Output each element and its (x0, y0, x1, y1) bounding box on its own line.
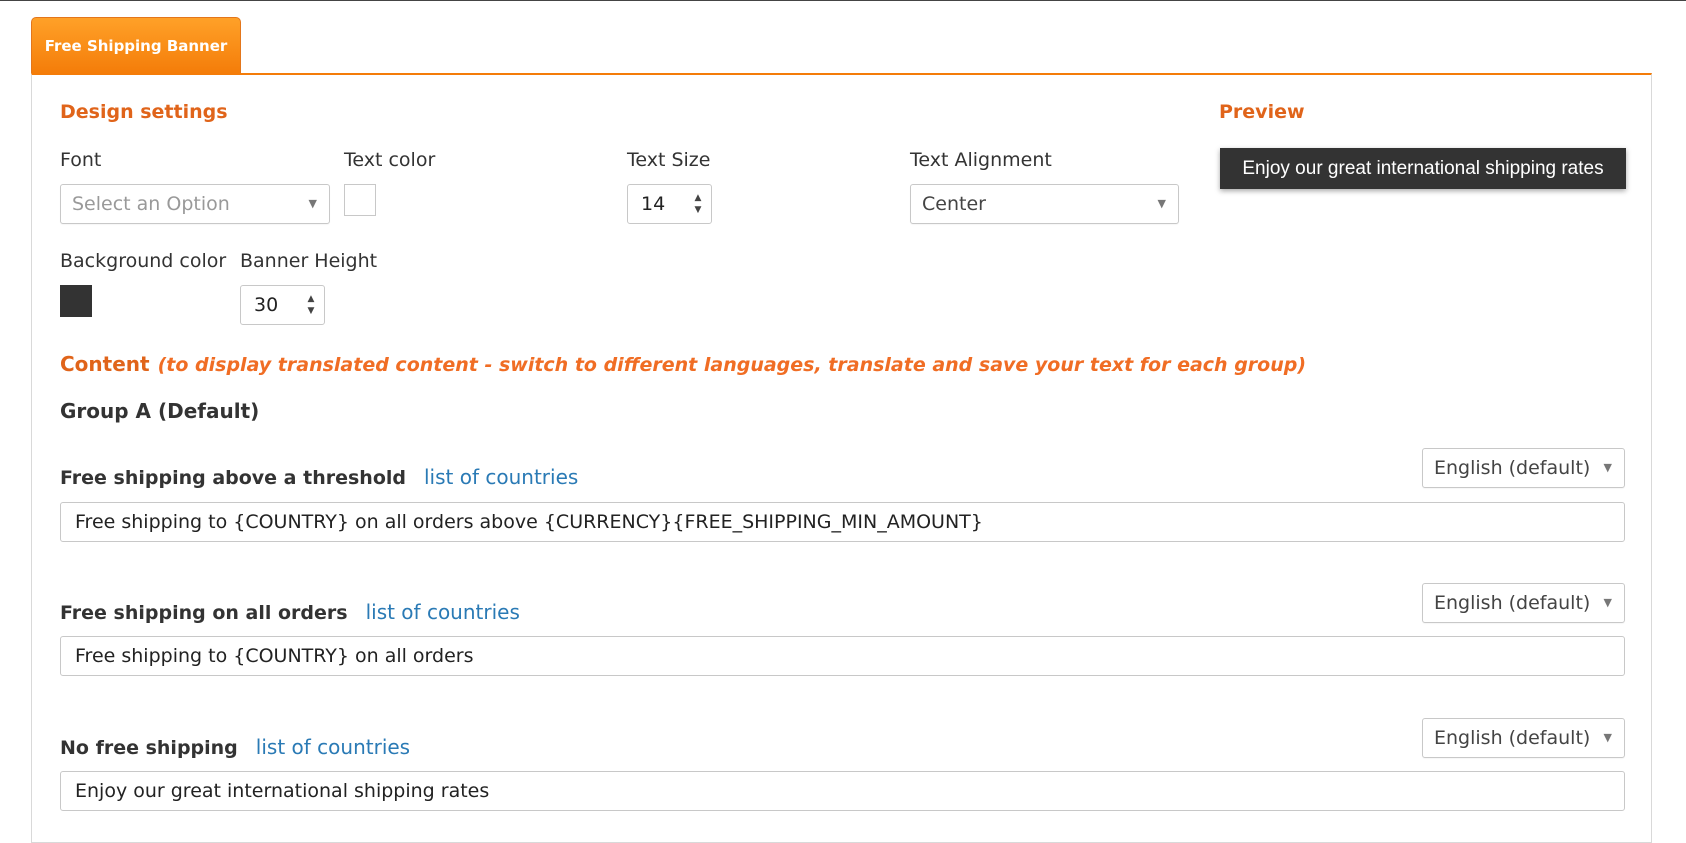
list-item: No free shipping list of countries (60, 735, 410, 759)
chevron-down-icon: ▼ (1157, 197, 1166, 210)
spinner-arrows-icon[interactable]: ▲ ▼ (691, 192, 705, 216)
banner-height-input[interactable]: 30 ▲ ▼ (240, 285, 325, 325)
banner-height-value: 30 (254, 294, 279, 316)
language-select-value: English (default) (1434, 727, 1591, 749)
text-alignment-label: Text Alignment (910, 149, 1052, 171)
font-select[interactable]: Select an Option ▼ (60, 184, 330, 224)
text-color-label: Text color (344, 149, 436, 171)
list-item: Free shipping above a threshold list of c… (60, 465, 578, 489)
language-select[interactable]: English (default) ▼ (1422, 583, 1625, 623)
threshold-text-input[interactable]: Free shipping to {COUNTRY} on all orders… (60, 502, 1625, 542)
background-color-label: Background color (60, 250, 227, 272)
text-size-label: Text Size (627, 149, 711, 171)
chevron-down-icon: ▼ (1603, 461, 1612, 474)
background-color-swatch[interactable] (60, 285, 92, 317)
preview-title: Preview (1219, 101, 1305, 123)
chevron-down-icon: ▼ (308, 197, 317, 210)
preview-banner: Enjoy our great international shipping r… (1220, 148, 1626, 189)
language-select-value: English (default) (1434, 592, 1591, 614)
all-orders-text-input[interactable]: Free shipping to {COUNTRY} on all orders (60, 636, 1625, 676)
font-label: Font (60, 149, 102, 171)
font-select-placeholder: Select an Option (72, 193, 230, 215)
text-color-swatch[interactable] (344, 184, 376, 216)
language-select[interactable]: English (default) ▼ (1422, 448, 1625, 488)
text-alignment-value: Center (922, 193, 986, 215)
banner-height-label: Banner Height (240, 250, 378, 272)
chevron-down-icon: ▼ (1603, 731, 1612, 744)
row-label: No free shipping (60, 737, 238, 759)
tab-free-shipping-banner[interactable]: Free Shipping Banner (31, 17, 241, 74)
list-of-countries-link[interactable]: list of countries (366, 600, 520, 624)
row-label: Free shipping above a threshold (60, 467, 406, 489)
top-divider (0, 0, 1686, 1)
chevron-down-icon: ▼ (1603, 596, 1612, 609)
design-settings-title: Design settings (60, 101, 228, 123)
list-of-countries-link[interactable]: list of countries (256, 735, 410, 759)
content-title: Content (60, 352, 150, 376)
list-item: Free shipping on all orders list of count… (60, 600, 520, 624)
text-size-value: 14 (641, 193, 666, 215)
content-heading: Content (to display translated content - … (60, 352, 1306, 376)
spinner-arrows-icon[interactable]: ▲ ▼ (304, 293, 318, 317)
text-alignment-select[interactable]: Center ▼ (910, 184, 1179, 224)
text-size-input[interactable]: 14 ▲ ▼ (627, 184, 712, 224)
no-free-shipping-text-input[interactable]: Enjoy our great international shipping r… (60, 771, 1625, 811)
row-label: Free shipping on all orders (60, 602, 348, 624)
content-note: (to display translated content - switch … (157, 354, 1307, 376)
group-title: Group A (Default) (60, 399, 260, 423)
language-select[interactable]: English (default) ▼ (1422, 718, 1625, 758)
language-select-value: English (default) (1434, 457, 1591, 479)
list-of-countries-link[interactable]: list of countries (424, 465, 578, 489)
